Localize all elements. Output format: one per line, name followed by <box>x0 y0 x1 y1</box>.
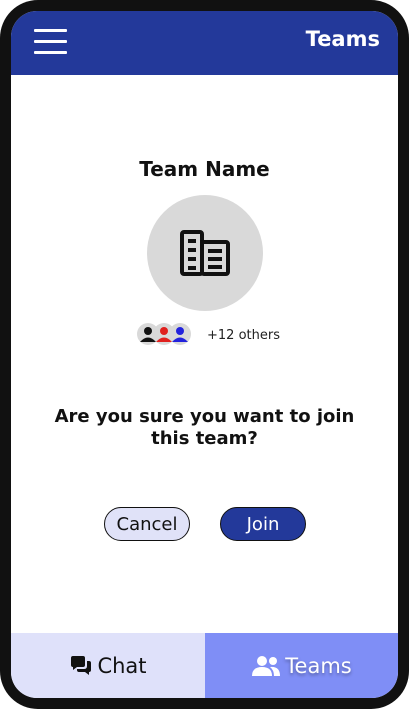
building-icon <box>180 230 230 276</box>
join-button[interactable]: Join <box>220 507 306 541</box>
header-title: Teams <box>305 27 380 51</box>
team-avatar <box>147 195 263 311</box>
tab-teams-label: Teams <box>285 653 352 678</box>
team-name: Team Name <box>139 157 270 181</box>
person-icon <box>169 323 191 345</box>
tab-chat[interactable]: Chat <box>11 633 205 698</box>
bottom-tab-bar: Chat Teams <box>11 633 398 698</box>
join-confirmation-question: Are you sure you want to join this team? <box>54 406 355 449</box>
people-icon <box>251 655 281 676</box>
app-header: Teams <box>11 11 398 75</box>
phone-frame: Teams Team Name +12 others Are you sure … <box>0 0 409 709</box>
cancel-button[interactable]: Cancel <box>104 507 190 541</box>
tab-teams[interactable]: Teams <box>205 633 398 698</box>
app-screen: Teams Team Name +12 others Are you sure … <box>11 11 398 698</box>
tab-chat-label: Chat <box>97 653 147 678</box>
chat-bubbles-icon <box>69 655 93 677</box>
hamburger-menu-icon[interactable] <box>34 27 67 55</box>
others-count: +12 others <box>207 328 280 343</box>
